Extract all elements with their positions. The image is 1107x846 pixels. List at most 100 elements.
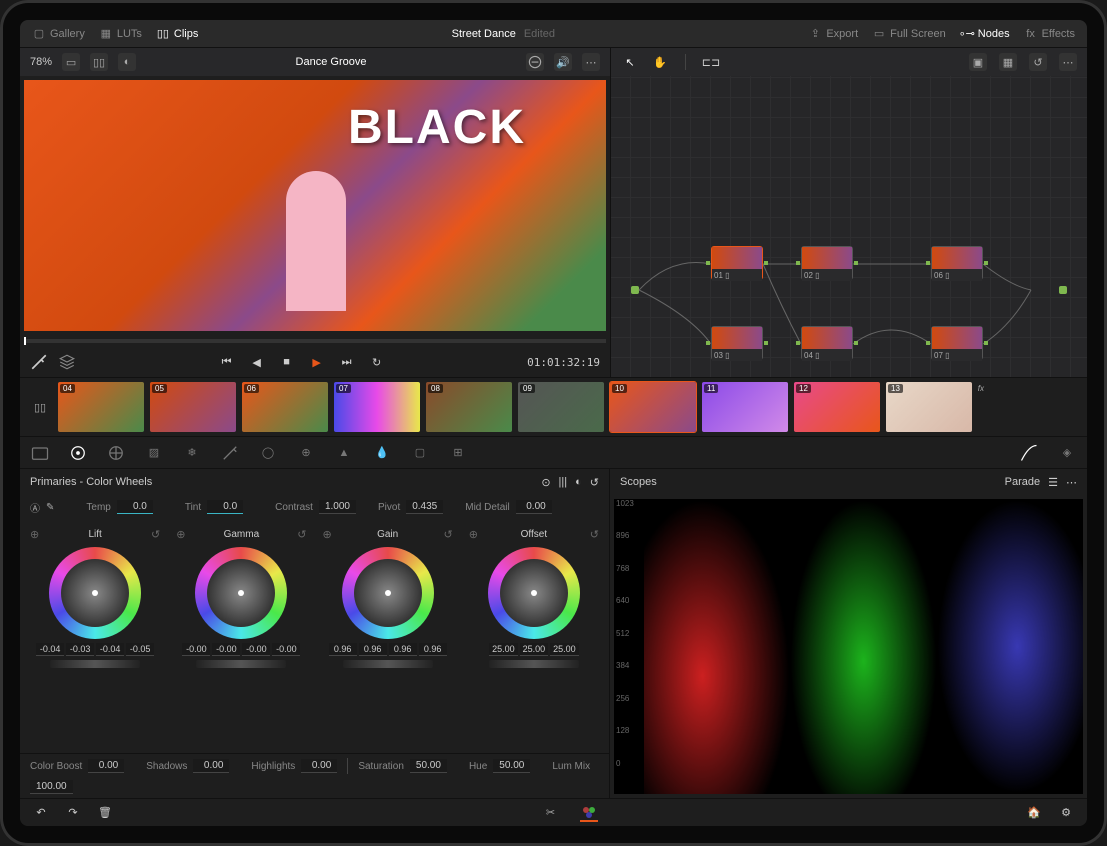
window-icon[interactable]: ◯	[258, 443, 278, 463]
reverse-button[interactable]: ◀	[248, 353, 266, 371]
thumbnail-05[interactable]: 05	[150, 382, 236, 432]
viewer[interactable]: BLACK	[24, 80, 606, 331]
thumbnail-10[interactable]: 10fx	[610, 382, 696, 432]
scope-settings-icon[interactable]: ☰	[1048, 476, 1058, 489]
temp-value[interactable]: 0.0	[117, 500, 153, 514]
page-color[interactable]	[580, 804, 598, 822]
key-icon[interactable]: ▢	[410, 443, 430, 463]
view-mode-2[interactable]: ▯▯	[90, 53, 108, 71]
node-06[interactable]: 06 ▯	[931, 246, 983, 280]
home-button[interactable]: 🏠	[1025, 804, 1043, 822]
hand-tool[interactable]: ✋	[651, 53, 669, 71]
thumbnail-mode-icon[interactable]: ▯▯	[28, 382, 52, 432]
motion-effects-icon[interactable]: ❄	[182, 443, 202, 463]
rgb-mixer-icon[interactable]: ▨	[144, 443, 164, 463]
wheel-value[interactable]: 25.00	[489, 643, 518, 656]
wheel-value[interactable]: 0.96	[329, 643, 357, 656]
node-reset[interactable]: ↺	[1029, 53, 1047, 71]
wheel-value[interactable]: -0.04	[36, 643, 64, 656]
wheel-reset-icon[interactable]: ↺	[444, 528, 453, 541]
wheel-value[interactable]: -0.00	[242, 643, 270, 656]
node-view-2[interactable]: ▦	[999, 53, 1017, 71]
undo-button[interactable]: ↶	[32, 804, 50, 822]
tracking-icon[interactable]: ⊕	[296, 443, 316, 463]
thumbnail-08[interactable]: 08	[426, 382, 512, 432]
thumbnail-11[interactable]: 11	[702, 382, 788, 432]
hdr-wheels-icon[interactable]	[106, 443, 126, 463]
shadows-value[interactable]: 0.00	[193, 759, 229, 773]
highlights-value[interactable]: 0.00	[301, 759, 337, 773]
play-button[interactable]: ▶	[308, 353, 326, 371]
highlight-toggle[interactable]: ◐	[118, 53, 136, 71]
gamma-wheel[interactable]	[195, 547, 287, 639]
thumbnail-13[interactable]: 13fx	[886, 382, 972, 432]
wheel-value[interactable]: 0.96	[359, 643, 387, 656]
gallery-tab[interactable]: ▢Gallery	[32, 27, 85, 41]
redo-button[interactable]: ↷	[64, 804, 82, 822]
loop-button[interactable]: ↻	[368, 353, 386, 371]
bypass-icon[interactable]	[526, 53, 544, 71]
effects-button[interactable]: fxEffects	[1024, 27, 1075, 41]
node-view-1[interactable]: ▣	[969, 53, 987, 71]
color-wheels-icon[interactable]	[68, 443, 88, 463]
wheel-value[interactable]: 25.00	[520, 643, 549, 656]
tint-value[interactable]: 0.0	[207, 500, 243, 514]
fullscreen-button[interactable]: ▭Full Screen	[872, 27, 946, 41]
node-layout-icon[interactable]: ⊏⊐	[702, 53, 720, 71]
next-clip-button[interactable]: ⏭	[338, 353, 356, 371]
wheel-value[interactable]: 0.96	[419, 643, 447, 656]
stop-button[interactable]: ■	[278, 353, 296, 371]
scope-mode[interactable]: Parade	[1005, 476, 1040, 489]
scope-more-icon[interactable]: ⋯	[1066, 476, 1077, 489]
curves-icon[interactable]	[1019, 443, 1039, 463]
sizing-icon[interactable]: ⊞	[448, 443, 468, 463]
viewer-timeline[interactable]	[24, 339, 606, 343]
thumbnail-04[interactable]: 04	[58, 382, 144, 432]
lift-master-slider[interactable]	[50, 660, 140, 668]
thumbnail-07[interactable]: 07	[334, 382, 420, 432]
gamma-master-slider[interactable]	[196, 660, 286, 668]
view-mode-1[interactable]: ▭	[62, 53, 80, 71]
wheel-value[interactable]: -0.03	[66, 643, 94, 656]
prev-clip-button[interactable]: ⏮	[218, 353, 236, 371]
pick-white-icon[interactable]: ✎	[46, 502, 54, 513]
pivot-value[interactable]: 0.435	[406, 500, 443, 514]
wheel-value[interactable]: -0.00	[182, 643, 210, 656]
wheel-value[interactable]: 25.00	[550, 643, 579, 656]
wheel-value[interactable]: -0.05	[126, 643, 154, 656]
qualifier-icon[interactable]	[220, 443, 240, 463]
lift-wheel[interactable]	[49, 547, 141, 639]
wheel-picker-icon[interactable]: ⊕	[469, 528, 478, 541]
eyedropper-icon[interactable]	[30, 353, 48, 371]
zoom-level[interactable]: 78%	[30, 56, 52, 68]
contrast-value[interactable]: 1.000	[319, 500, 356, 514]
thumbnail-12[interactable]: 12	[794, 382, 880, 432]
offset-wheel[interactable]	[488, 547, 580, 639]
hue-value[interactable]: 50.00	[493, 759, 530, 773]
delete-button[interactable]: 🗑	[96, 804, 114, 822]
nodes-button[interactable]: ∘⊸Nodes	[960, 27, 1010, 41]
offset-master-slider[interactable]	[489, 660, 579, 668]
wheel-picker-icon[interactable]: ⊕	[323, 528, 332, 541]
node-03[interactable]: 03 ▯	[711, 326, 763, 360]
settings-button[interactable]: ⚙	[1057, 804, 1075, 822]
node-more[interactable]: ⋯	[1059, 53, 1077, 71]
node-02[interactable]: 02 ▯	[801, 246, 853, 280]
auto-balance-icon[interactable]: Ⓐ	[30, 500, 40, 515]
node-04[interactable]: 04 ▯	[801, 326, 853, 360]
middetail-value[interactable]: 0.00	[516, 500, 552, 514]
wheel-value[interactable]: -0.00	[272, 643, 300, 656]
audio-icon[interactable]: 🔊	[554, 53, 572, 71]
magic-mask-icon[interactable]: ▲	[334, 443, 354, 463]
thumbnail-06[interactable]: 06	[242, 382, 328, 432]
saturation-value[interactable]: 50.00	[410, 759, 447, 773]
node-graph[interactable]: 01 ▯02 ▯03 ▯04 ▯06 ▯07 ▯	[611, 76, 1087, 377]
wheel-value[interactable]: 0.96	[389, 643, 417, 656]
reset-all-icon[interactable]: ↺	[590, 476, 599, 489]
wheels-mode-icon[interactable]: ⊙	[541, 476, 550, 489]
wheel-value[interactable]: -0.04	[96, 643, 124, 656]
gain-wheel[interactable]	[342, 547, 434, 639]
cursor-tool[interactable]: ↖	[621, 53, 639, 71]
wheel-reset-icon[interactable]: ↺	[590, 528, 599, 541]
wheel-reset-icon[interactable]: ↺	[151, 528, 160, 541]
